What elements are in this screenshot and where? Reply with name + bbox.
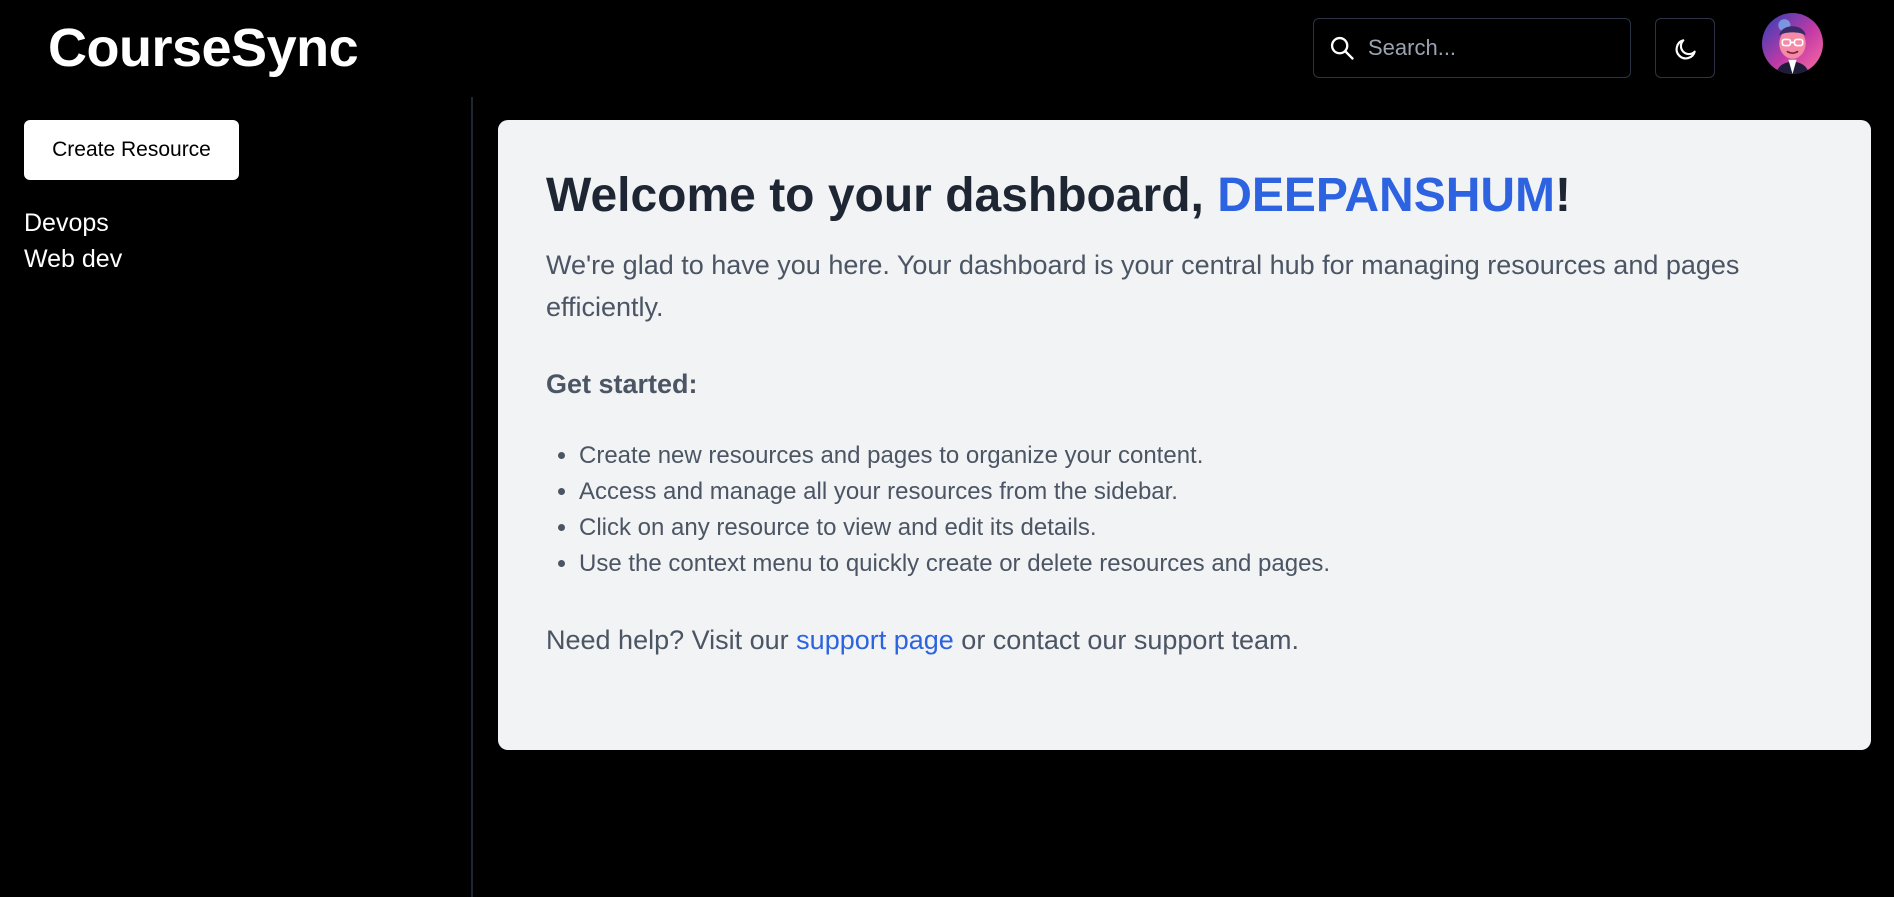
welcome-heading-prefix: Welcome to your dashboard,: [546, 169, 1218, 222]
support-page-link[interactable]: support page: [796, 625, 954, 655]
search-icon: [1330, 36, 1354, 60]
app-logo[interactable]: CourseSync: [48, 14, 359, 82]
help-text-prefix: Need help? Visit our: [546, 625, 797, 655]
theme-toggle-button[interactable]: [1655, 18, 1715, 78]
moon-icon: [1675, 39, 1696, 60]
sidebar: Create Resource Devops Web dev: [0, 97, 473, 897]
list-item: Create new resources and pages to organi…: [579, 438, 1823, 474]
welcome-heading: Welcome to your dashboard, DEEPANSHUM!: [546, 168, 1823, 224]
avatar-image: [1762, 13, 1823, 74]
list-item: Access and manage all your resources fro…: [579, 474, 1823, 510]
sidebar-item-devops[interactable]: Devops: [24, 205, 122, 241]
user-name: DEEPANSHUM: [1217, 169, 1556, 222]
search-input[interactable]: [1366, 28, 1616, 68]
steps-list: Create new resources and pages to organi…: [546, 438, 1823, 582]
create-resource-button[interactable]: Create Resource: [24, 120, 239, 180]
help-text: Need help? Visit our support page or con…: [546, 620, 1823, 660]
avatar[interactable]: [1762, 13, 1823, 74]
welcome-card: Welcome to your dashboard, DEEPANSHUM! W…: [498, 120, 1871, 750]
list-item: Click on any resource to view and edit i…: [579, 510, 1823, 546]
get-started-heading: Get started:: [546, 369, 698, 399]
sidebar-item-web-dev[interactable]: Web dev: [24, 241, 122, 277]
search-box[interactable]: [1313, 18, 1631, 78]
resource-list: Devops Web dev: [24, 205, 122, 277]
help-text-suffix: or contact our support team.: [953, 625, 1299, 655]
top-bar: CourseSync: [0, 0, 1894, 97]
list-item: Use the context menu to quickly create o…: [579, 546, 1823, 582]
welcome-heading-suffix: !: [1555, 169, 1572, 222]
intro-text: We're glad to have you here. Your dashbo…: [546, 250, 1740, 322]
